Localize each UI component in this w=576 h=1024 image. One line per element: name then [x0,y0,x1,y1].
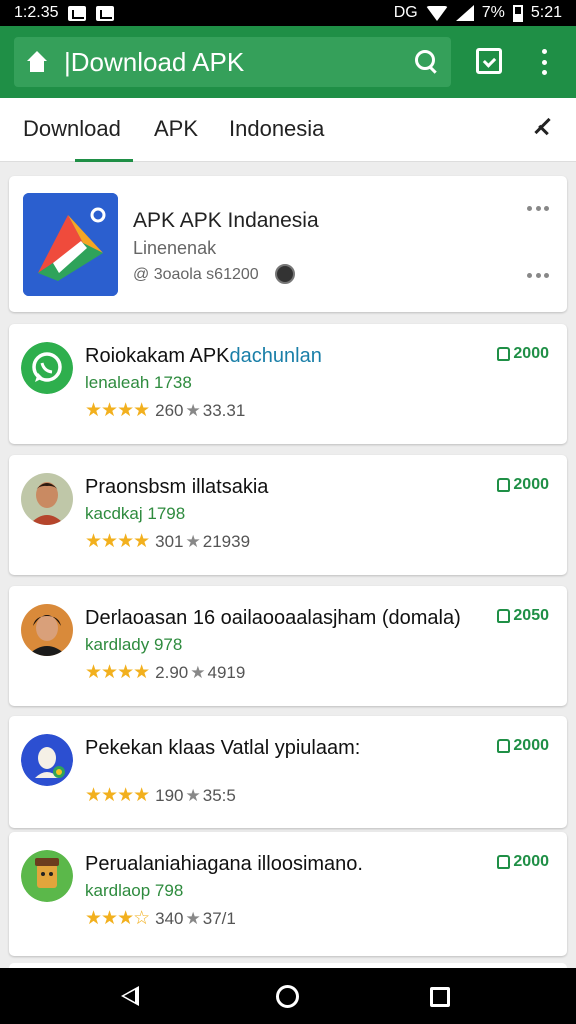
navigation-bar [0,968,576,1024]
status-clock-right: 5:21 [530,4,562,21]
app-rating: ★★★☆ 340 ★ 37/1 [85,907,236,930]
back-icon[interactable] [121,986,139,1006]
status-bar: 1:2.35 DG 7% 5:21 [0,0,576,26]
app-name: Praonsbsm illatsakia [85,476,269,498]
app-subtitle: kardlaop 798 [85,881,184,900]
avatar [21,734,73,786]
price-tag-icon [497,855,511,869]
price-value: 2000 [513,853,549,870]
tab-download-label: Download [23,116,121,141]
battery-icon [512,4,523,22]
app-rating: ★★★★ 301 ★ 21939 [85,530,250,553]
status-time: 1:2.35 [14,4,59,21]
price-badge[interactable]: 2050 [497,607,549,625]
star-icon: ★ [185,531,201,551]
featured-app-icon [23,193,118,296]
price-value: 2000 [513,345,549,362]
star-icon: ★ [185,908,201,928]
price-badge[interactable]: 2000 [497,345,549,363]
whatsapp-icon [21,342,73,394]
tab-indonesia-label: Indonesia [229,116,325,141]
star-icon: ★ [185,785,201,805]
overflow-menu-icon[interactable] [540,49,548,75]
app-subtitle: kacdkaj 1798 [85,504,186,523]
featured-app-meta: @ 3oaola s61200 [133,266,259,283]
app-name: Roiokakam APKdachunlan [85,345,322,368]
rating-value: 260 [155,400,184,420]
recent-apps-icon[interactable] [430,987,450,1007]
battery-percent: 7% [481,4,505,21]
network-label: DG [393,4,418,21]
tab-bar: Download APK Indonesia [0,98,576,162]
list-item[interactable]: Derlaoasan 16 oailaooaalasjham (domala) … [9,586,567,706]
mail-notification-icon [96,5,115,21]
featured-app-title: APK APK Indanesia [133,209,319,232]
avatar [21,473,73,525]
price-tag-icon [497,347,511,361]
app-name-highlight: dachunlan [229,345,322,367]
tools-icon[interactable] [532,116,554,138]
rating-count: 21939 [202,531,251,551]
app-rating: ★★★★ 190 ★ 35:5 [85,784,236,807]
featured-app-subtitle: Linenenak [133,238,217,258]
rating-count: 4919 [207,662,246,682]
star-rating: ★★★★ [85,400,150,421]
wifi-icon [425,5,448,21]
list-item[interactable]: Roiokakam APKdachunlan lenaleah 1738 ★★★… [9,324,567,444]
home-button-icon[interactable] [276,985,299,1008]
star-rating: ★★★★ [85,531,150,552]
star-rating: ★★★★ [85,785,150,806]
star-rating: ★★★☆ [85,908,150,929]
price-tag-icon [497,478,511,492]
rating-value: 301 [155,531,184,551]
star-icon: ★ [185,400,201,420]
app-rating: ★★★★ 2.90 ★ 4919 [85,661,245,684]
price-tag-icon [497,609,511,623]
rating-value: 340 [155,908,184,928]
price-tag-icon [497,739,511,753]
tab-indonesia[interactable]: Indonesia [229,98,324,162]
featured-app-card[interactable]: APK APK Indanesia Linenenak @ 3oaola s61… [9,176,567,312]
price-badge[interactable]: 2000 [497,476,549,494]
avatar [21,850,73,902]
star-rating: ★★★★ [85,662,150,683]
list-item[interactable]: Perualaniahiagana illoosimano. kardlaop … [9,832,567,956]
rating-count: 35:5 [202,785,236,805]
tab-apk[interactable]: APK [154,98,198,162]
price-value: 2000 [513,737,549,754]
home-icon[interactable] [26,51,48,73]
app-name: Pekekan klaas Vatlal ypiulaam: [85,737,361,759]
price-value: 2000 [513,476,549,493]
app-subtitle: kardlady 978 [85,635,183,654]
app-subtitle: lenaleah 1738 [85,373,192,392]
more-options-icon[interactable] [527,206,549,212]
app-bar: |Download APK [0,26,576,98]
price-badge[interactable]: 2000 [497,853,549,871]
globe-icon [275,264,295,284]
price-badge[interactable]: 2000 [497,737,549,755]
tab-apk-label: APK [154,116,199,141]
search-text[interactable]: |Download APK [64,47,244,78]
image-notification-icon [68,5,87,21]
tab-download[interactable]: Download [23,98,133,162]
rating-count: 33.31 [202,400,246,420]
search-input[interactable]: |Download APK [14,37,451,87]
star-icon: ★ [190,662,206,682]
app-name: Perualaniahiagana illoosimano. [85,853,363,875]
app-rating: ★★★★ 260 ★ 33.31 [85,399,245,422]
list-item[interactable]: Pekekan klaas Vatlal ypiulaam: ★★★★ 190 ★ 3… [9,716,567,828]
more-options-icon-secondary[interactable] [527,273,549,279]
rating-value: 190 [155,785,184,805]
rating-value: 2.90 [155,662,189,682]
price-value: 2050 [513,607,549,624]
app-name: Derlaoasan 16 oailaooaalasjham (domala) [85,607,461,629]
search-icon[interactable] [415,50,439,74]
inbox-icon[interactable] [476,48,502,74]
avatar [21,604,73,656]
rating-count: 37/1 [202,908,236,928]
app-name-main: Roiokakam APK [85,345,230,367]
signal-icon [455,5,474,21]
list-item[interactable]: Praonsbsm illatsakia kacdkaj 1798 ★★★★ 30… [9,455,567,575]
